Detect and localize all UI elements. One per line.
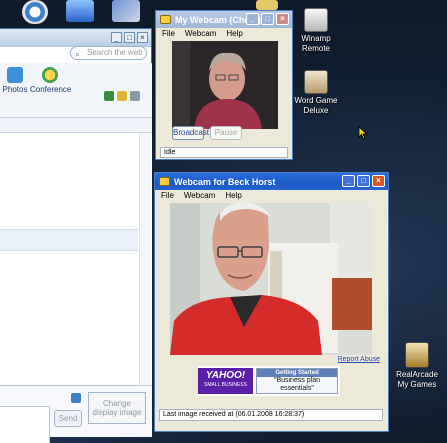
yahoo-brand: YAHOO! <box>205 370 246 381</box>
photos-button[interactable]: Photos <box>0 67 33 94</box>
winamp-label-2: Remote <box>301 44 330 53</box>
friend-webcam-window: Webcam for Beck Horst _ □ × File Webcam … <box>154 172 389 432</box>
send-button[interactable]: Send <box>54 410 82 427</box>
ad-text-2: essentials" <box>280 385 314 392</box>
my-webcam-titlebar[interactable]: My Webcam (Chery) _ □ × <box>156 11 292 28</box>
desktop-icon-winamp-remote[interactable]: Winamp Remote <box>296 8 336 54</box>
menu-webcam[interactable]: Webcam <box>185 28 216 40</box>
menu-file[interactable]: File <box>162 28 175 40</box>
status-icons <box>104 91 140 101</box>
desktop-icon-word-game-deluxe[interactable]: Word Game Deluxe <box>292 70 340 116</box>
realarcade-label-2: My Games <box>397 380 437 389</box>
menu-help[interactable]: Help <box>225 190 241 202</box>
desktop-icon-network[interactable] <box>66 0 94 22</box>
yahoo-ad-banner[interactable]: YAHOO! SMALL BUSINESS Getting Started "B… <box>198 366 340 396</box>
friend-webcam-menubar: File Webcam Help <box>155 190 388 202</box>
yahoo-brand-sub: SMALL BUSINESS <box>204 382 247 388</box>
contact-card-icon[interactable] <box>71 393 81 403</box>
desktop-icon-tools[interactable] <box>112 0 140 22</box>
wordgame-label-2: Deluxe <box>303 106 329 115</box>
maximize-icon[interactable]: □ <box>124 32 135 43</box>
friend-webcam-video <box>170 203 372 355</box>
close-icon[interactable]: × <box>276 13 289 25</box>
search-input[interactable]: ⌕ Search the web <box>70 46 147 60</box>
ad-header: Getting Started <box>257 369 337 377</box>
browser-icon <box>22 0 48 24</box>
folder-icon <box>256 0 278 10</box>
menu-webcam[interactable]: Webcam <box>184 190 215 202</box>
messenger-titlebar[interactable]: _ □ × <box>0 29 151 47</box>
minimize-icon[interactable]: _ <box>342 175 355 187</box>
menu-help[interactable]: Help <box>226 28 242 40</box>
desktop-icon-realarcade[interactable]: RealArcade My Games <box>392 342 442 390</box>
change-display-image-button[interactable]: Change display image <box>88 392 146 424</box>
friend-webcam-status: Last image received at (06.01.2008 16:28… <box>159 409 383 421</box>
emoticon-icon[interactable] <box>117 91 127 101</box>
pencil-icon[interactable] <box>104 91 114 101</box>
conference-icon <box>42 67 58 83</box>
broadcast-button[interactable]: Broadcast <box>172 126 209 140</box>
my-webcam-video <box>172 41 278 129</box>
computer-icon <box>66 0 94 22</box>
realarcade-icon <box>405 342 429 368</box>
conference-label: Conference <box>30 85 72 94</box>
winamp-label-1: Winamp <box>301 34 331 43</box>
my-webcam-window: My Webcam (Chery) _ □ × File Webcam Help… <box>155 10 293 160</box>
ad-text-1: "Business plan <box>273 377 321 384</box>
desktop-icon-folder[interactable] <box>256 0 278 10</box>
conference-button[interactable]: Conference <box>30 67 72 94</box>
wordgame-label-1: Word Game <box>294 96 338 105</box>
game-icon <box>304 70 328 94</box>
messenger-window: _ □ × ⌕ Search the web Photos Conference… <box>0 28 152 443</box>
message-input[interactable] <box>0 406 50 443</box>
change-image-line1: Change <box>102 399 132 408</box>
ad-message: Getting Started "Business plan essentials… <box>256 368 338 394</box>
webcam-icon <box>160 15 171 24</box>
yahoo-logo: YAHOO! SMALL BUSINESS <box>198 368 253 394</box>
realarcade-label-1: RealArcade <box>396 370 438 379</box>
close-icon[interactable]: × <box>137 32 148 43</box>
winamp-icon <box>304 8 328 32</box>
settings-icon[interactable] <box>130 91 140 101</box>
mouse-cursor-icon <box>358 126 368 140</box>
conversation-header <box>0 117 152 133</box>
pause-button[interactable]: Pause <box>210 126 242 140</box>
maximize-icon[interactable]: □ <box>261 13 274 25</box>
desktop-icon-chrome[interactable] <box>22 0 48 24</box>
minimize-icon[interactable]: _ <box>246 13 259 25</box>
minimize-icon[interactable]: _ <box>111 32 122 43</box>
tools-icon <box>112 0 140 22</box>
friend-webcam-title: Webcam for Beck Horst <box>174 176 276 187</box>
photos-icon <box>7 67 23 83</box>
close-icon[interactable]: × <box>372 175 385 187</box>
report-abuse-link[interactable]: Report Abuse <box>338 356 380 363</box>
webcam-icon <box>159 177 170 186</box>
search-placeholder: Search the web <box>87 48 143 57</box>
conversation-scrollbar[interactable] <box>139 133 151 385</box>
photos-label: Photos <box>2 85 28 94</box>
friend-webcam-titlebar[interactable]: Webcam for Beck Horst _ □ × <box>155 173 388 190</box>
menu-file[interactable]: File <box>161 190 174 202</box>
maximize-icon[interactable]: □ <box>357 175 370 187</box>
message-band <box>0 229 138 251</box>
change-image-line2: display image <box>92 408 142 417</box>
messenger-toolbar: Photos Conference <box>0 63 152 117</box>
conversation-pane <box>0 133 152 385</box>
my-webcam-status: Idle <box>160 147 288 158</box>
search-icon: ⌕ <box>75 49 81 59</box>
my-webcam-menubar: File Webcam Help <box>156 28 292 40</box>
